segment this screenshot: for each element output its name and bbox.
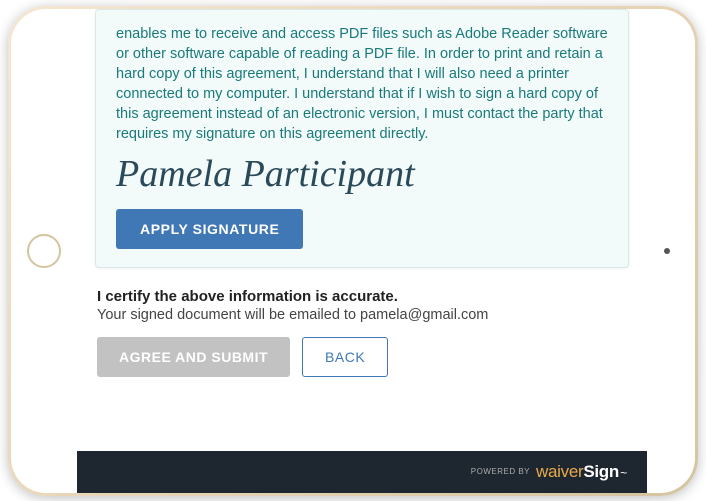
brand-logo: waiverSign~	[536, 462, 627, 482]
footer-bar: POWERED BY waiverSign~	[77, 451, 647, 493]
brand-part-waiver: waiver	[536, 462, 583, 481]
home-button-icon[interactable]	[27, 234, 61, 268]
action-button-row: AGREE AND SUBMIT BACK	[97, 337, 627, 377]
certify-section: I certify the above information is accur…	[95, 282, 629, 391]
tablet-bezel: enables me to receive and access PDF fil…	[11, 9, 695, 493]
powered-by-label: POWERED BY	[471, 467, 530, 476]
waiver-body-text: enables me to receive and access PDF fil…	[116, 24, 608, 144]
brand-part-sign: Sign	[583, 462, 619, 481]
apply-signature-button[interactable]: APPLY SIGNATURE	[116, 209, 303, 249]
screen: enables me to receive and access PDF fil…	[77, 9, 647, 493]
waiver-card: enables me to receive and access PDF fil…	[95, 9, 629, 269]
brand-swoosh-icon: ~	[620, 466, 627, 480]
signature-display: Pamela Participant	[116, 154, 608, 196]
content-area: enables me to receive and access PDF fil…	[77, 9, 647, 451]
back-button[interactable]: BACK	[302, 337, 388, 377]
tablet-frame: enables me to receive and access PDF fil…	[8, 6, 698, 496]
certify-heading: I certify the above information is accur…	[97, 288, 627, 305]
agree-submit-button[interactable]: AGREE AND SUBMIT	[97, 337, 290, 377]
camera-icon	[664, 248, 670, 254]
certify-subtext: Your signed document will be emailed to …	[97, 307, 627, 323]
